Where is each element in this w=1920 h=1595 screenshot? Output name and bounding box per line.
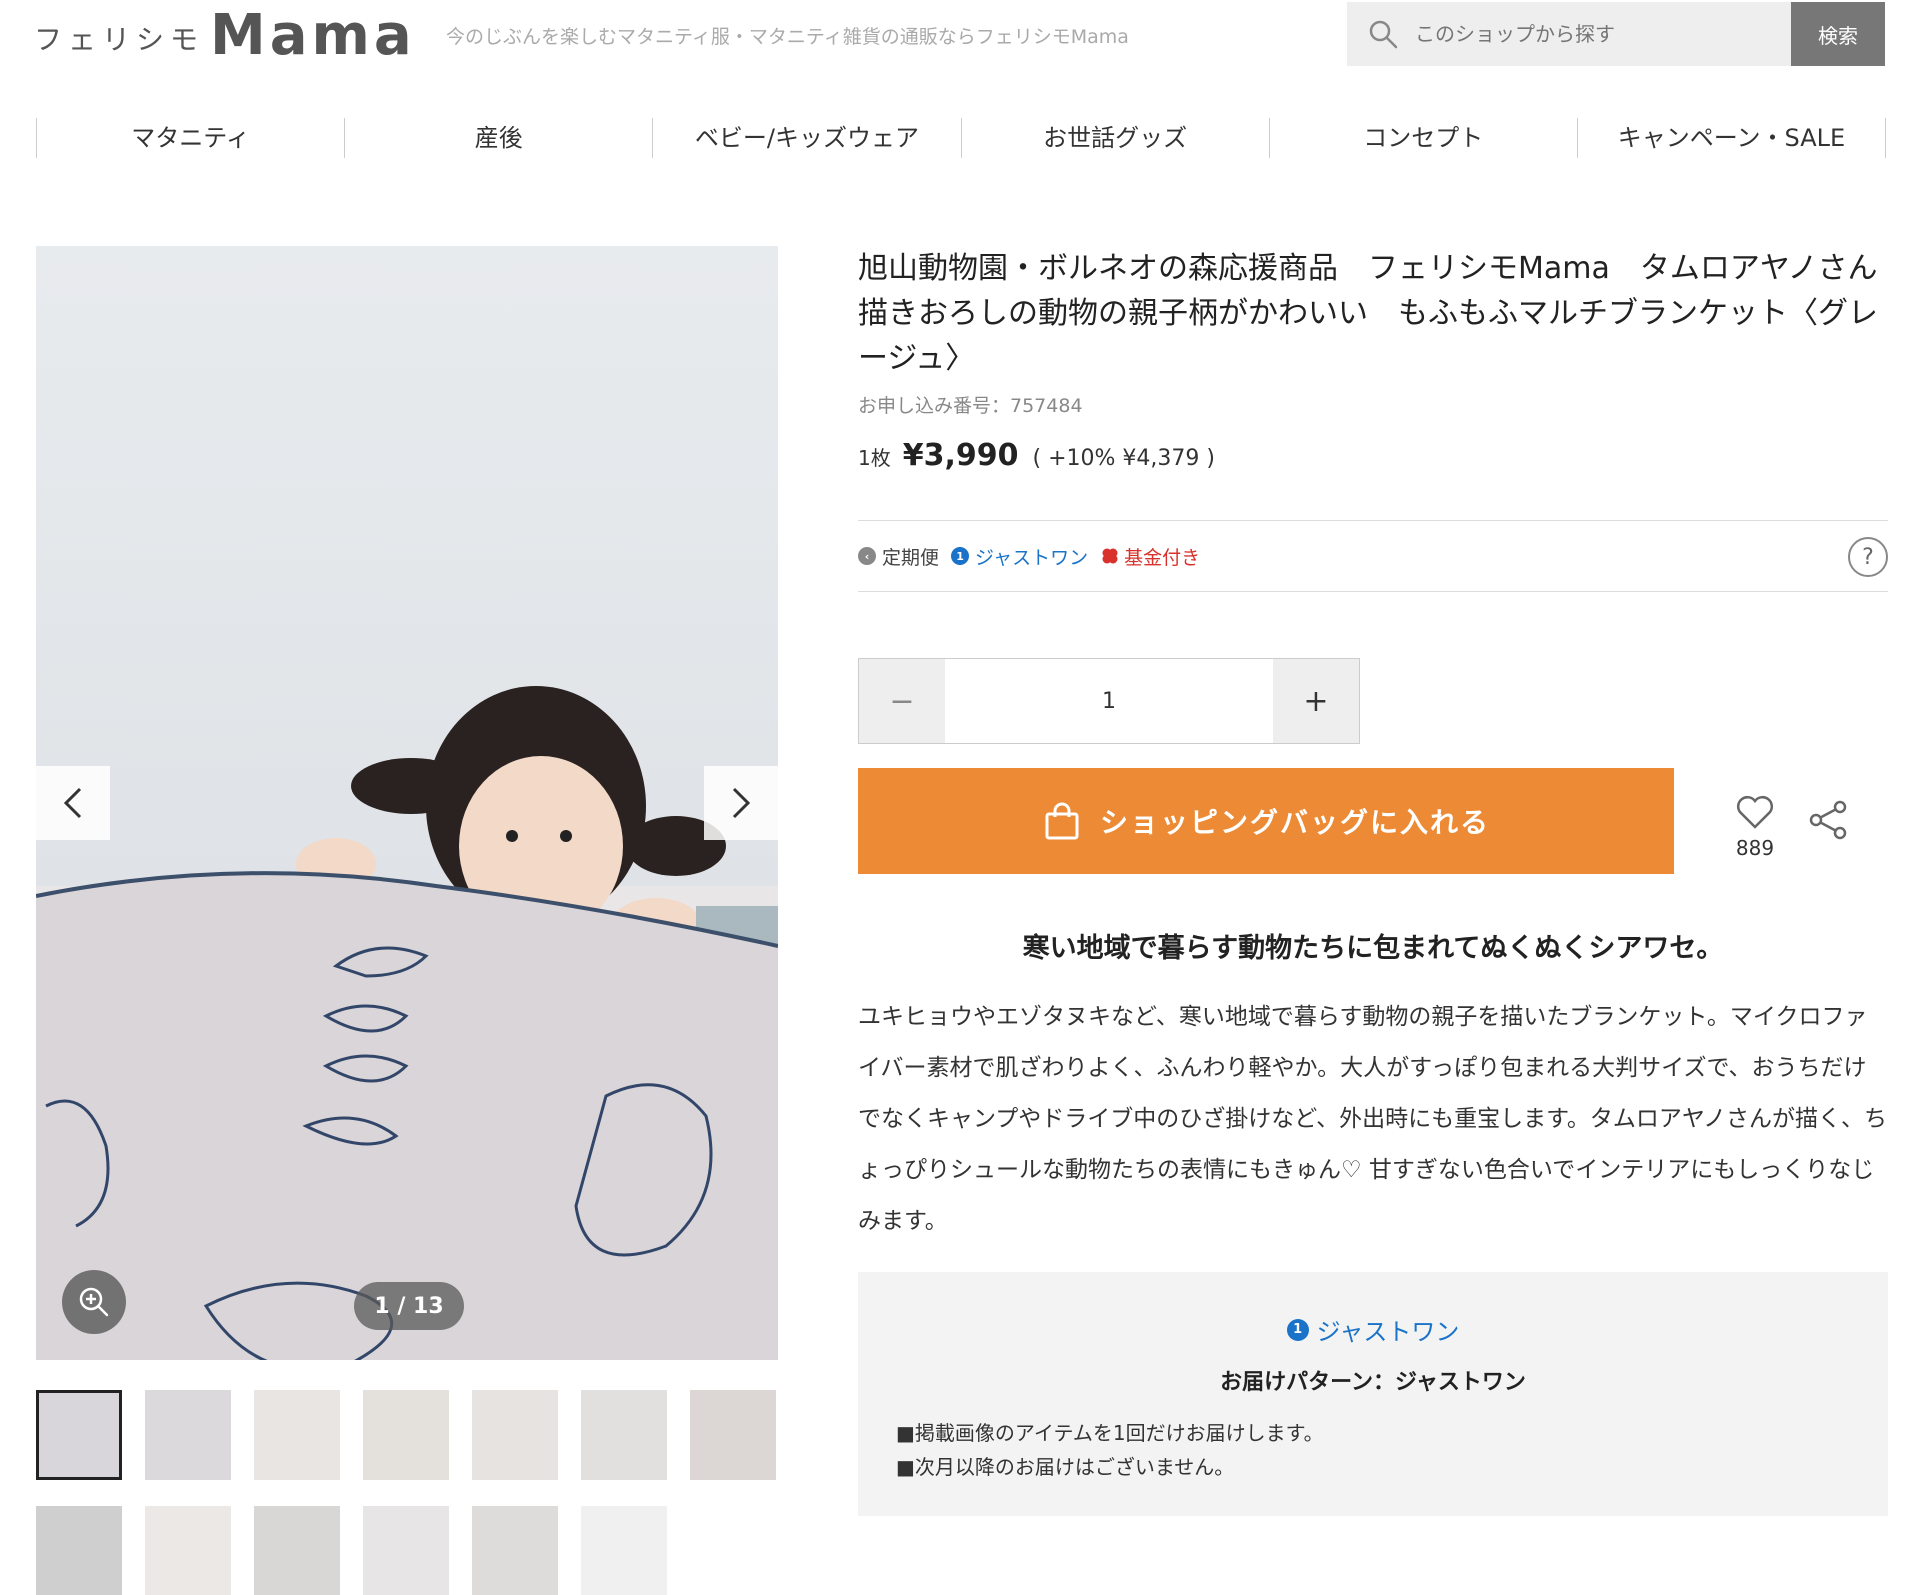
logo-main: Mama <box>210 3 416 68</box>
badge-fund[interactable]: 基金付き <box>1100 543 1200 570</box>
help-button[interactable]: ? <box>1848 537 1888 577</box>
chevron-right-icon <box>732 787 751 819</box>
thumbnail[interactable] <box>472 1506 558 1595</box>
order-number: お申し込み番号：757484 <box>858 395 1083 417</box>
add-to-bag-button[interactable]: ショッピングバッグに入れる <box>858 768 1674 874</box>
badge-just-one[interactable]: 1 ジャストワン <box>951 543 1088 570</box>
gallery-next-button[interactable] <box>704 766 778 840</box>
thumbnail[interactable] <box>363 1390 449 1480</box>
service-badges: ‹ 定期便 1 ジャストワン 基金付き ? <box>858 520 1888 592</box>
thumbnail[interactable] <box>690 1390 776 1480</box>
main-product-image[interactable]: 1 / 13 <box>36 246 778 1360</box>
share-icon[interactable] <box>1806 798 1850 842</box>
price-with-tax: ( +10% ¥4,379 ) <box>1032 446 1215 471</box>
clover-icon <box>1102 548 1118 564</box>
search-bar: 検索 <box>1347 2 1885 66</box>
nav-item-baby-kids[interactable]: ベビー/キッズウェア <box>653 118 962 158</box>
nav-item-postpartum[interactable]: 産後 <box>345 118 654 158</box>
delivery-title: お届けパターン：ジャストワン <box>1220 1370 1526 1395</box>
catch-copy: 寒い地域で暮らす動物たちに包まれてぬくぬくシアワセ。 <box>1022 933 1724 964</box>
thumbnail[interactable] <box>145 1390 231 1480</box>
delivery-pattern-box: 1 ジャストワン お届けパターン：ジャストワン ■掲載画像のアイテムを1回だけお… <box>858 1272 1888 1516</box>
nav-item-concept[interactable]: コンセプト <box>1270 118 1578 158</box>
price-unit: 1枚 <box>858 446 891 470</box>
delivery-notes: ■掲載画像のアイテムを1回だけお届けします。 ■次月以降のお届けはございません。 <box>896 1416 1324 1484</box>
nav-item-care-goods[interactable]: お世話グッズ <box>962 118 1270 158</box>
search-box[interactable] <box>1347 2 1791 66</box>
zoom-in-icon <box>79 1287 109 1317</box>
delivery-badge-label: ジャストワン <box>1316 1318 1460 1346</box>
site-logo[interactable]: フェリシモ Mama <box>34 6 416 66</box>
just-one-icon: 1 <box>951 547 970 565</box>
badge-just-one-label: ジャストワン <box>975 546 1089 569</box>
quantity-plus-button[interactable]: + <box>1273 659 1359 743</box>
chevron-left-icon <box>63 787 82 819</box>
thumbnail[interactable] <box>363 1506 449 1595</box>
thumbnail[interactable] <box>145 1506 231 1595</box>
price: ¥3,990 <box>902 438 1019 473</box>
delivery-badge: 1 ジャストワン <box>858 1312 1888 1347</box>
quantity-stepper: − 1 + <box>858 658 1360 744</box>
heart-icon <box>1737 796 1773 829</box>
quantity-minus-button[interactable]: − <box>859 659 945 743</box>
product-info: 旭山動物園・ボルネオの森応援商品 フェリシモMama タムロアヤノさん描きおろし… <box>858 246 1888 1516</box>
price-row: 1枚 ¥3,990 ( +10% ¥4,379 ) <box>858 438 1888 473</box>
nav-item-campaign-sale[interactable]: キャンペーン・SALE <box>1578 118 1887 158</box>
thumbnail[interactable] <box>581 1390 667 1480</box>
just-one-icon: 1 <box>1286 1318 1309 1341</box>
teiki-icon: ‹ <box>858 547 876 565</box>
category-nav: マタニティ 産後 ベビー/キッズウェア お世話グッズ コンセプト キャンペーン・… <box>36 118 1887 158</box>
search-button[interactable]: 検索 <box>1791 2 1885 66</box>
badge-fund-label: 基金付き <box>1124 546 1201 569</box>
quantity-value[interactable]: 1 <box>945 659 1273 743</box>
badge-teiki-label: 定期便 <box>882 546 940 569</box>
gallery-counter: 1 / 13 <box>354 1282 464 1330</box>
product-photo-illustration <box>36 686 778 1360</box>
add-to-bag-label: ショッピングバッグに入れる <box>1099 806 1490 839</box>
badge-teiki[interactable]: ‹ 定期便 <box>858 543 939 570</box>
thumbnail[interactable] <box>472 1390 558 1480</box>
thumbnail[interactable] <box>36 1506 122 1595</box>
product-description: ユキヒョウやエゾタヌキなど、寒い地域で暮らす動物の親子を描いたブランケット。マイ… <box>858 1004 1888 1234</box>
thumbnail[interactable] <box>581 1506 667 1595</box>
gallery-prev-button[interactable] <box>36 766 110 840</box>
delivery-note: ■次月以降のお届けはございません。 <box>896 1455 1235 1479</box>
nav-item-maternity[interactable]: マタニティ <box>37 118 346 158</box>
search-icon <box>1369 20 1398 49</box>
shopping-bag-icon <box>1045 802 1079 840</box>
favorite-count: 889 <box>1735 836 1775 860</box>
delivery-note: ■掲載画像のアイテムを1回だけお届けします。 <box>896 1421 1324 1445</box>
logo-kana: フェリシモ <box>34 23 205 56</box>
search-input[interactable] <box>1415 22 1755 46</box>
thumbnail[interactable] <box>36 1390 122 1480</box>
thumbnail[interactable] <box>254 1506 340 1595</box>
zoom-button[interactable] <box>62 1270 126 1334</box>
favorite-button[interactable]: 889 <box>1720 794 1790 860</box>
product-title: 旭山動物園・ボルネオの森応援商品 フェリシモMama タムロアヤノさん描きおろし… <box>858 251 1878 376</box>
thumbnail[interactable] <box>254 1390 340 1480</box>
site-header: フェリシモ Mama 今のじぶんを楽しむマタニティ服・マタニティ雑貨の通販ならフ… <box>0 0 1920 90</box>
site-tagline: 今のじぶんを楽しむマタニティ服・マタニティ雑貨の通販ならフェリシモMama <box>446 26 1129 48</box>
